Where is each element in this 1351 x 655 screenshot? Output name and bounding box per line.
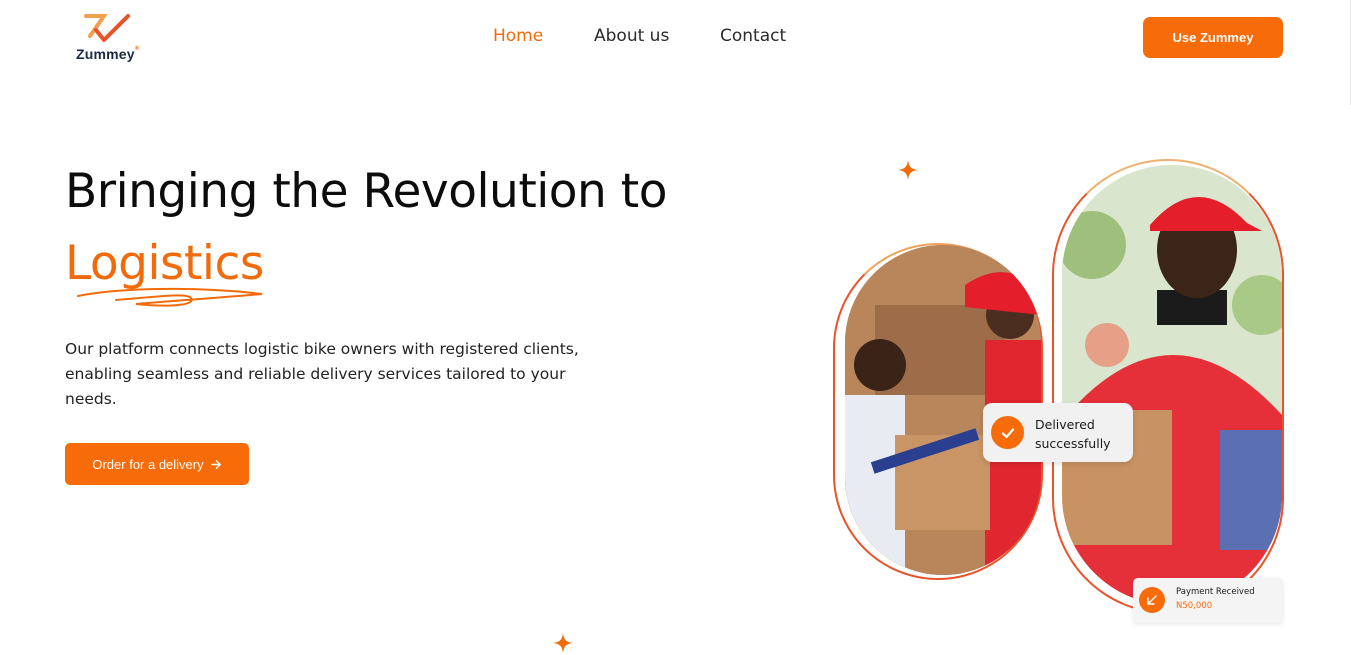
arrow-down-left-icon: [1139, 587, 1165, 613]
order-delivery-button[interactable]: Order for a delivery: [65, 443, 249, 485]
payment-badge: Payment Received N50,000: [1133, 578, 1283, 623]
use-zummey-button[interactable]: Use Zummey: [1143, 17, 1283, 58]
check-icon: [991, 416, 1024, 449]
nav-about-link[interactable]: About us: [594, 26, 669, 46]
sparkle-icon: [553, 633, 573, 653]
delivered-line1: Delivered: [1035, 417, 1095, 432]
hero-description: Our platform connects logistic bike owne…: [65, 340, 579, 408]
hero-highlight: Logistics: [65, 236, 264, 291]
hero-title: Bringing the Revolution to: [65, 164, 667, 219]
payment-title: Payment Received: [1176, 587, 1255, 597]
order-delivery-label: Order for a delivery: [92, 456, 204, 472]
arrow-right-icon: [210, 459, 221, 469]
nav-contact-link[interactable]: Contact: [720, 26, 786, 46]
underline-squiggle-icon: [77, 287, 263, 307]
delivered-text: Delivered successfully: [1035, 415, 1125, 453]
sparkle-icon: [898, 160, 918, 180]
delivered-badge: Delivered successfully: [983, 403, 1133, 462]
courier-portrait-photo: [1062, 165, 1282, 605]
payment-amount: N50,000: [1176, 601, 1213, 611]
delivered-line2: successfully: [1035, 436, 1111, 451]
nav-home-link[interactable]: Home: [493, 26, 543, 46]
